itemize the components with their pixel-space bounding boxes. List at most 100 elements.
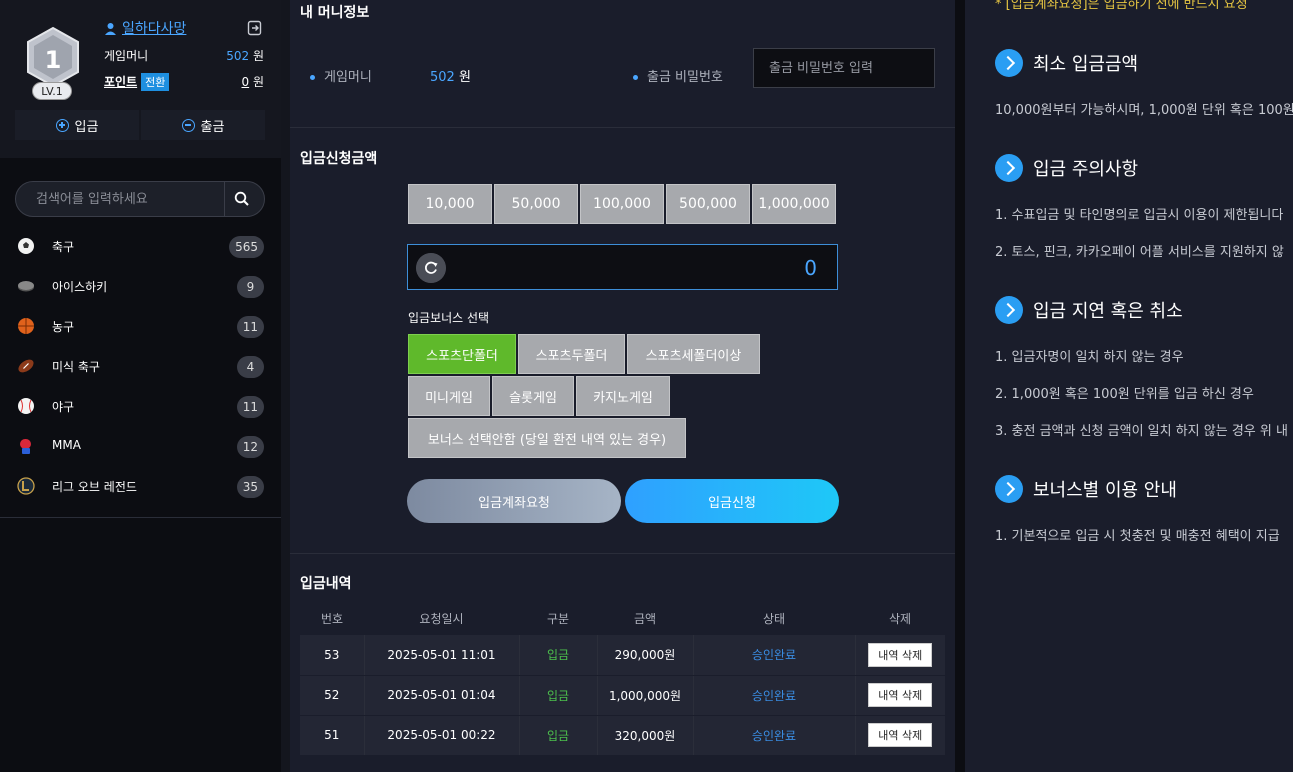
table-header: 번호 요청일시 구분 금액 상태 삭제 [320,611,912,626]
sport-count: 9 [237,276,264,298]
league-of-legends-icon [17,477,35,495]
deposit-page: 1 LV.1 일하다사망 게임머니 502 원 포인트 전환 0 원 입금 출금 [0,0,1293,772]
sport-item-basketball[interactable]: 농구 11 [0,306,281,346]
level-number: 1 [45,46,62,74]
hockey-puck-icon [18,281,34,292]
table-row: 53 2025-05-01 11:01 입금 290,000원 승인완료 내역 … [300,635,945,676]
sidebar: 1 LV.1 일하다사망 게임머니 502 원 포인트 전환 0 원 입금 출금 [0,0,281,772]
table-row: 51 2025-05-01 00:22 입금 320,000원 승인완료 내역 … [300,715,945,756]
point-row: 포인트 전환 [104,73,170,91]
amount-100000-button[interactable]: 100,000 [580,184,664,224]
bonus-option-none[interactable]: 보너스 선택안함 (당일 환전 내역 있는 경우) [408,418,686,458]
delete-history-button[interactable]: 내역 삭제 [868,683,933,707]
money-info-title: 내 머니정보 [300,5,370,21]
money-info-game-money-label: 게임머니 [310,66,372,85]
amount-field[interactable]: 0 [407,244,838,290]
amount-50000-button[interactable]: 50,000 [494,184,578,224]
info-heading: 보너스별 이용 안내 [995,475,1177,503]
sport-count: 565 [229,236,264,258]
withdraw-password-label: 출금 비밀번호 [633,66,723,85]
plus-circle-icon [55,118,69,132]
deposit-history-table: 번호 요청일시 구분 금액 상태 삭제 53 2025-05-01 11:01 … [300,601,945,756]
sport-count: 11 [236,316,264,338]
info-line: 10,000원부터 가능하시며, 1,000원 단위 혹은 100원 [995,103,1293,118]
bonus-option-sports-double[interactable]: 스포츠두폴더 [518,334,625,374]
baseball-icon [18,398,34,414]
info-line: 1. 수표입금 및 타인명의로 입금시 이용이 제한됩니다 [995,208,1284,223]
amount-value: 0 [804,256,817,280]
bonus-option-sports-single[interactable]: 스포츠단폴더 [408,334,516,374]
deposit-request-title: 입금신청금액 [300,151,378,167]
withdraw-button[interactable]: 출금 [141,110,265,140]
amount-500000-button[interactable]: 500,000 [666,184,750,224]
search-box [15,181,265,217]
username-link[interactable]: 일하다사망 [104,18,186,38]
sports-list: 축구 565 아이스하키 9 농구 11 미식 축구 4 야구 11 MMA 1… [0,226,281,506]
point-switch-button[interactable]: 전환 [141,73,170,91]
deposit-info-panel: * [입금계좌요청]은 입금하기 전에 반드시 요청 최소 입금금액 10,00… [965,0,1293,772]
status-badge: 승인완료 [693,675,856,716]
chevron-right-icon [995,475,1023,503]
point-label[interactable]: 포인트 [104,75,137,89]
info-line: 1. 입금자명이 일치 하지 않는 경우 [995,350,1184,365]
game-money-label: 게임머니 [104,49,149,63]
soccer-ball-icon [18,238,34,254]
bonus-option-slot[interactable]: 슬롯게임 [492,376,574,416]
account-request-button[interactable]: 입금계좌요청 [407,479,621,523]
bonus-option-minigame[interactable]: 미니게임 [408,376,490,416]
notice-text: * [입금계좌요청]은 입금하기 전에 반드시 요청 [995,0,1248,12]
sport-item-lol[interactable]: 리그 오브 레전드 35 [0,466,281,506]
amount-1000000-button[interactable]: 1,000,000 [752,184,836,224]
logout-icon[interactable] [247,20,263,36]
sport-item-mma[interactable]: MMA 12 [0,426,281,466]
chevron-right-icon [995,49,1023,77]
deposit-main: 내 머니정보 게임머니 502 원 출금 비밀번호 입금신청금액 10,000 … [290,0,955,772]
profile-panel: 1 LV.1 일하다사망 게임머니 502 원 포인트 전환 0 원 입금 출금 [0,0,281,158]
username: 일하다사망 [122,21,187,37]
point-value: 0 원 [241,75,264,89]
bonus-option-sports-triple[interactable]: 스포츠세폴더이상 [627,334,760,374]
sport-item-soccer[interactable]: 축구 565 [0,226,281,266]
delete-history-button[interactable]: 내역 삭제 [868,642,933,667]
withdraw-password-input[interactable] [753,48,935,88]
money-info-section: 내 머니정보 게임머니 502 원 출금 비밀번호 [290,0,955,128]
basketball-icon [18,318,34,334]
sport-count: 11 [236,396,264,418]
info-line: 2. 1,000원 혹은 100원 단위를 입금 하신 경우 [995,387,1254,402]
chevron-right-icon [995,154,1023,182]
minus-circle-icon [181,118,195,132]
amount-10000-button[interactable]: 10,000 [408,184,492,224]
info-line: 1. 기본적으로 입금 시 첫충전 및 매충전 혜택이 지급 [995,529,1280,544]
delete-history-button[interactable]: 내역 삭제 [868,723,933,747]
info-line: 2. 토스, 핀크, 카카오페이 어플 서비스를 지원하지 않 [995,245,1284,260]
sport-count: 35 [236,476,264,498]
sport-count: 4 [237,356,264,378]
info-line: 3. 충전 금액과 신청 금액이 일치 하지 않는 경우 위 내 [995,424,1288,439]
sport-item-baseball[interactable]: 야구 11 [0,386,281,426]
info-heading: 입금 주의사항 [995,154,1138,182]
chevron-right-icon [995,296,1023,324]
boxing-glove-icon [20,439,31,454]
sport-item-ice-hockey[interactable]: 아이스하키 9 [0,266,281,306]
info-heading: 입금 지연 혹은 취소 [995,296,1183,324]
bonus-option-casino[interactable]: 카지노게임 [576,376,670,416]
level-label: LV.1 [32,82,72,100]
user-icon [105,22,116,35]
game-money-value: 502 원 [226,49,264,63]
status-badge: 승인완료 [693,715,856,756]
bonus-select-label: 입금보너스 선택 [408,311,490,325]
american-football-icon [18,359,34,373]
deposit-submit-button[interactable]: 입금신청 [625,479,839,523]
sport-count: 12 [236,436,264,458]
reset-icon[interactable] [416,253,446,283]
table-row: 52 2025-05-01 01:04 입금 1,000,000원 승인완료 내… [300,675,945,716]
search-input[interactable] [16,182,224,216]
amount-preset-buttons: 10,000 50,000 100,000 500,000 1,000,000 [408,184,836,224]
status-badge: 승인완료 [693,635,856,676]
deposit-button[interactable]: 입금 [15,110,139,140]
history-title: 입금내역 [300,576,352,592]
sport-item-american-football[interactable]: 미식 축구 4 [0,346,281,386]
search-icon[interactable] [234,191,250,207]
money-info-game-money-value: 502 원 [430,70,471,85]
info-heading: 최소 입금금액 [995,49,1138,77]
